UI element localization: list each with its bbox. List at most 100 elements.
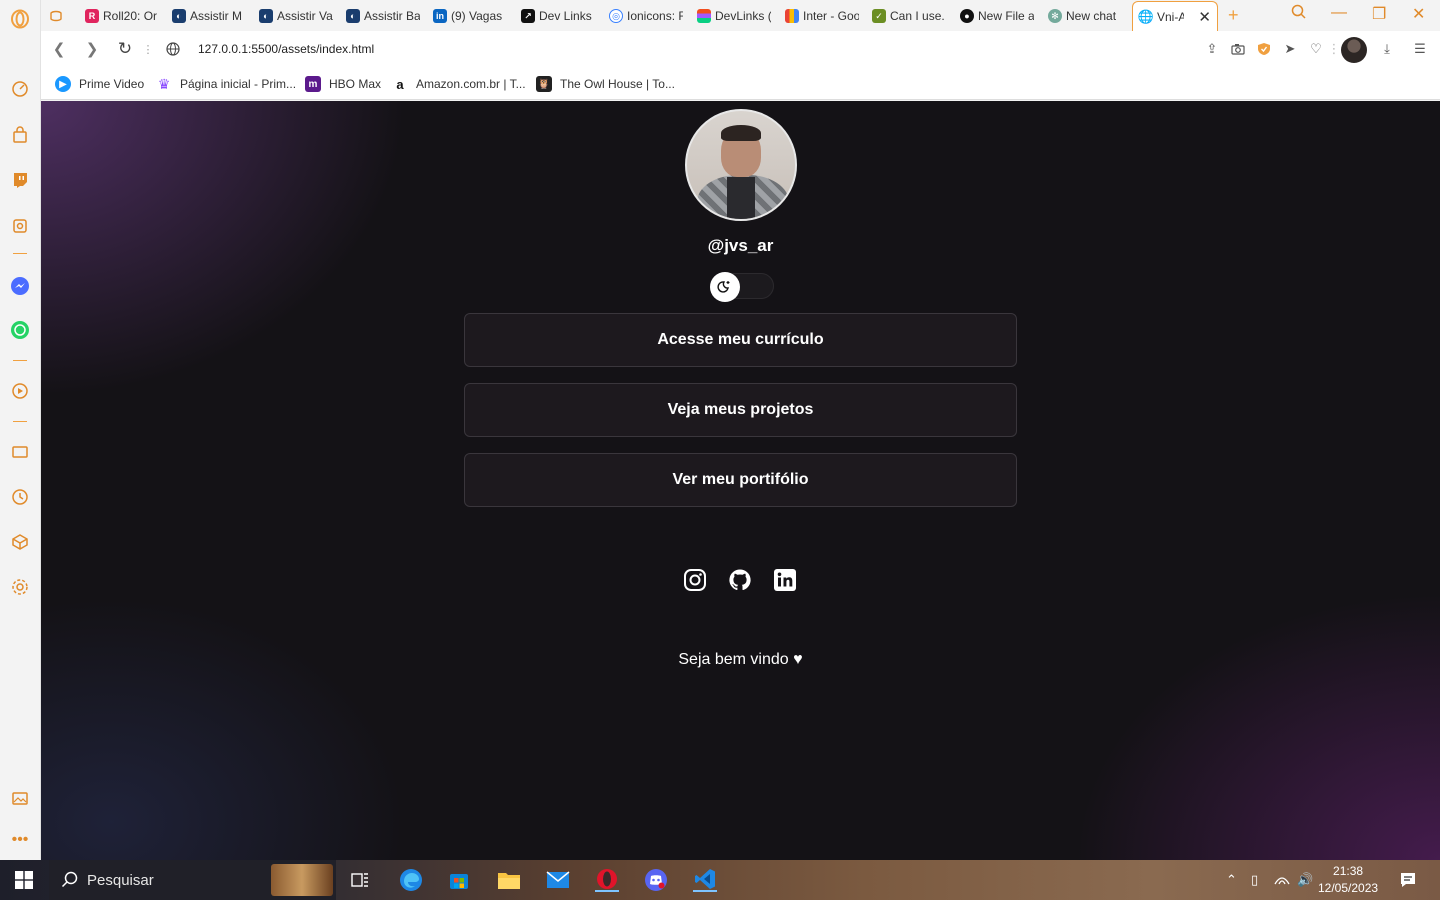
easy-setup-menu-icon[interactable]: ☰ — [1412, 41, 1428, 57]
volume-icon[interactable]: 🔊 — [1297, 872, 1313, 888]
bookmark-hbo-max[interactable]: m HBO Max — [305, 76, 381, 92]
close-window-icon[interactable]: ✕ — [1412, 4, 1425, 24]
caniuse-icon: ✓ — [872, 9, 886, 23]
show-hidden-icons-icon[interactable]: ⌃ — [1226, 872, 1237, 888]
tab-vni-a-active[interactable]: 🌐 Vni-A ✕ — [1132, 1, 1218, 31]
projects-link-button[interactable]: Veja meus projetos — [464, 383, 1017, 437]
toolbar-divider: ⋮ — [1327, 41, 1341, 56]
address-bar: ❮ ❯ ↻ ⋮ 127.0.0.1:5500/assets/index.html… — [41, 31, 1440, 68]
notifications-icon[interactable] — [1396, 868, 1420, 892]
tab-new-chat[interactable]: ✻ New chat — [1048, 4, 1128, 28]
figma-icon — [697, 9, 711, 23]
messenger-icon[interactable] — [10, 276, 30, 296]
tab-ionicons[interactable]: ◎ Ionicons: F — [609, 4, 683, 28]
profile-photo — [685, 109, 797, 221]
linkedin-icon[interactable] — [772, 567, 798, 593]
settings-gear-icon[interactable] — [10, 577, 30, 597]
tabs-icon[interactable] — [10, 442, 30, 462]
opera-taskbar-icon[interactable] — [595, 868, 619, 892]
forward-icon[interactable]: ❯ — [83, 40, 101, 58]
globe-icon: 🌐 — [1137, 8, 1155, 24]
curriculum-link-button[interactable]: Acesse meu currículo — [464, 313, 1017, 367]
crunchyroll-icon: ◐ — [172, 9, 186, 23]
opera-logo-icon[interactable] — [10, 9, 30, 29]
page-viewport: @jvs_ar Acesse meu currículo Veja meus p… — [41, 101, 1440, 860]
taskbar-clock[interactable]: 21:38 12/05/2023 — [1318, 863, 1378, 897]
bookmark-pagina-inicial[interactable]: ♛ Página inicial - Prim... — [156, 76, 296, 92]
edge-browser-icon[interactable] — [399, 868, 423, 892]
search-highlight-image — [271, 864, 333, 896]
more-nav-icon[interactable]: ⋮ — [139, 40, 157, 58]
tab-assistir-1[interactable]: ◐ Assistir M — [172, 4, 246, 28]
chatgpt-icon: ✻ — [1048, 9, 1062, 23]
vpn-shield-icon[interactable] — [1256, 41, 1272, 57]
bookmark-owl-house[interactable]: 🦉 The Owl House | To... — [536, 76, 675, 92]
reload-icon[interactable]: ↻ — [116, 39, 134, 58]
crown-icon: ♛ — [157, 75, 171, 92]
shopping-icon[interactable] — [10, 125, 30, 145]
player-icon[interactable] — [10, 381, 30, 401]
theme-switch[interactable] — [710, 272, 774, 302]
back-icon[interactable]: ❮ — [50, 40, 68, 58]
snapshot-camera-icon[interactable] — [1230, 41, 1246, 57]
portfolio-link-button[interactable]: Ver meu portifólio — [464, 453, 1017, 507]
close-tab-icon[interactable]: ✕ — [1198, 8, 1211, 26]
url-field[interactable]: 127.0.0.1:5500/assets/index.html — [198, 42, 374, 56]
crypto-wallet-icon[interactable] — [10, 216, 30, 236]
devlinks-icon: ↗ — [521, 9, 535, 23]
send-icon[interactable]: ➤ — [1282, 41, 1298, 57]
crunchyroll-icon: ◐ — [346, 9, 360, 23]
battery-icon[interactable]: ▯ — [1251, 872, 1258, 888]
taskbar-search[interactable]: Pesquisar — [49, 860, 336, 900]
wallpaper-icon[interactable] — [10, 788, 30, 808]
file-explorer-icon[interactable] — [497, 868, 521, 892]
bookmark-prime-video[interactable]: ▶ Prime Video — [55, 76, 144, 92]
restore-icon[interactable]: ❐ — [1372, 4, 1386, 24]
tab-google-fonts[interactable]: Inter - Goo — [785, 4, 859, 28]
twitch-icon[interactable] — [10, 170, 30, 190]
tab-dev-links[interactable]: ↗ Dev Links — [521, 4, 595, 28]
workspaces-icon[interactable] — [49, 4, 73, 28]
favorite-heart-icon[interactable]: ♡ — [1308, 41, 1324, 57]
new-tab-icon[interactable]: + — [1228, 5, 1239, 26]
speed-dial-icon[interactable] — [10, 79, 30, 99]
more-options-icon[interactable]: ••• — [10, 830, 30, 850]
ionicons-icon: ◎ — [609, 9, 623, 23]
tab-linkedin-vagas[interactable]: in (9) Vagas — [433, 4, 507, 28]
moon-icon — [717, 281, 730, 293]
github-icon[interactable] — [727, 567, 753, 593]
whatsapp-icon[interactable] — [10, 320, 30, 340]
bookmark-amazon[interactable]: a Amazon.com.br | T... — [392, 76, 526, 92]
amazon-icon: a — [392, 76, 408, 92]
mail-icon[interactable] — [546, 868, 570, 892]
discord-icon[interactable] — [644, 868, 668, 892]
share-icon[interactable]: ⇪ — [1204, 41, 1220, 57]
tab-can-i-use[interactable]: ✓ Can I use. — [872, 4, 946, 28]
vscode-icon[interactable] — [693, 868, 717, 892]
wifi-icon[interactable] — [1274, 872, 1290, 889]
theme-toggle-knob[interactable] — [710, 272, 740, 302]
windows-start-icon[interactable] — [12, 868, 36, 892]
windows-taskbar: Pesquisar ⌃ ▯ 🔊 21:38 12/05/2023 — [0, 860, 1440, 900]
microsoft-store-icon[interactable] — [447, 868, 471, 892]
profile-avatar[interactable] — [1341, 37, 1367, 63]
search-icon — [61, 871, 79, 894]
linkedin-icon: in — [433, 9, 447, 23]
download-icon[interactable]: ⤓ — [1379, 41, 1395, 57]
search-tabs-icon[interactable] — [1291, 4, 1307, 25]
sidebar-divider — [13, 253, 27, 254]
extensions-icon[interactable] — [10, 532, 30, 552]
tab-figma-devlinks[interactable]: DevLinks ( — [697, 4, 771, 28]
welcome-message: Seja bem vindo ♥ — [678, 651, 803, 668]
minimize-icon[interactable]: — — [1331, 4, 1347, 22]
history-icon[interactable] — [10, 487, 30, 507]
task-view-icon[interactable] — [348, 868, 372, 892]
sidebar-divider — [13, 360, 27, 361]
tab-assistir-2[interactable]: ◐ Assistir Va — [259, 4, 333, 28]
tab-github-new-file[interactable]: ● New File a — [960, 4, 1034, 28]
tab-roll20[interactable]: R Roll20: Or — [85, 4, 159, 28]
site-info-icon[interactable] — [164, 40, 182, 58]
tab-assistir-3[interactable]: ◐ Assistir Ba — [346, 4, 420, 28]
tab-bar: R Roll20: Or ◐ Assistir M ◐ Assistir Va … — [41, 0, 1440, 31]
instagram-icon[interactable] — [682, 567, 708, 593]
